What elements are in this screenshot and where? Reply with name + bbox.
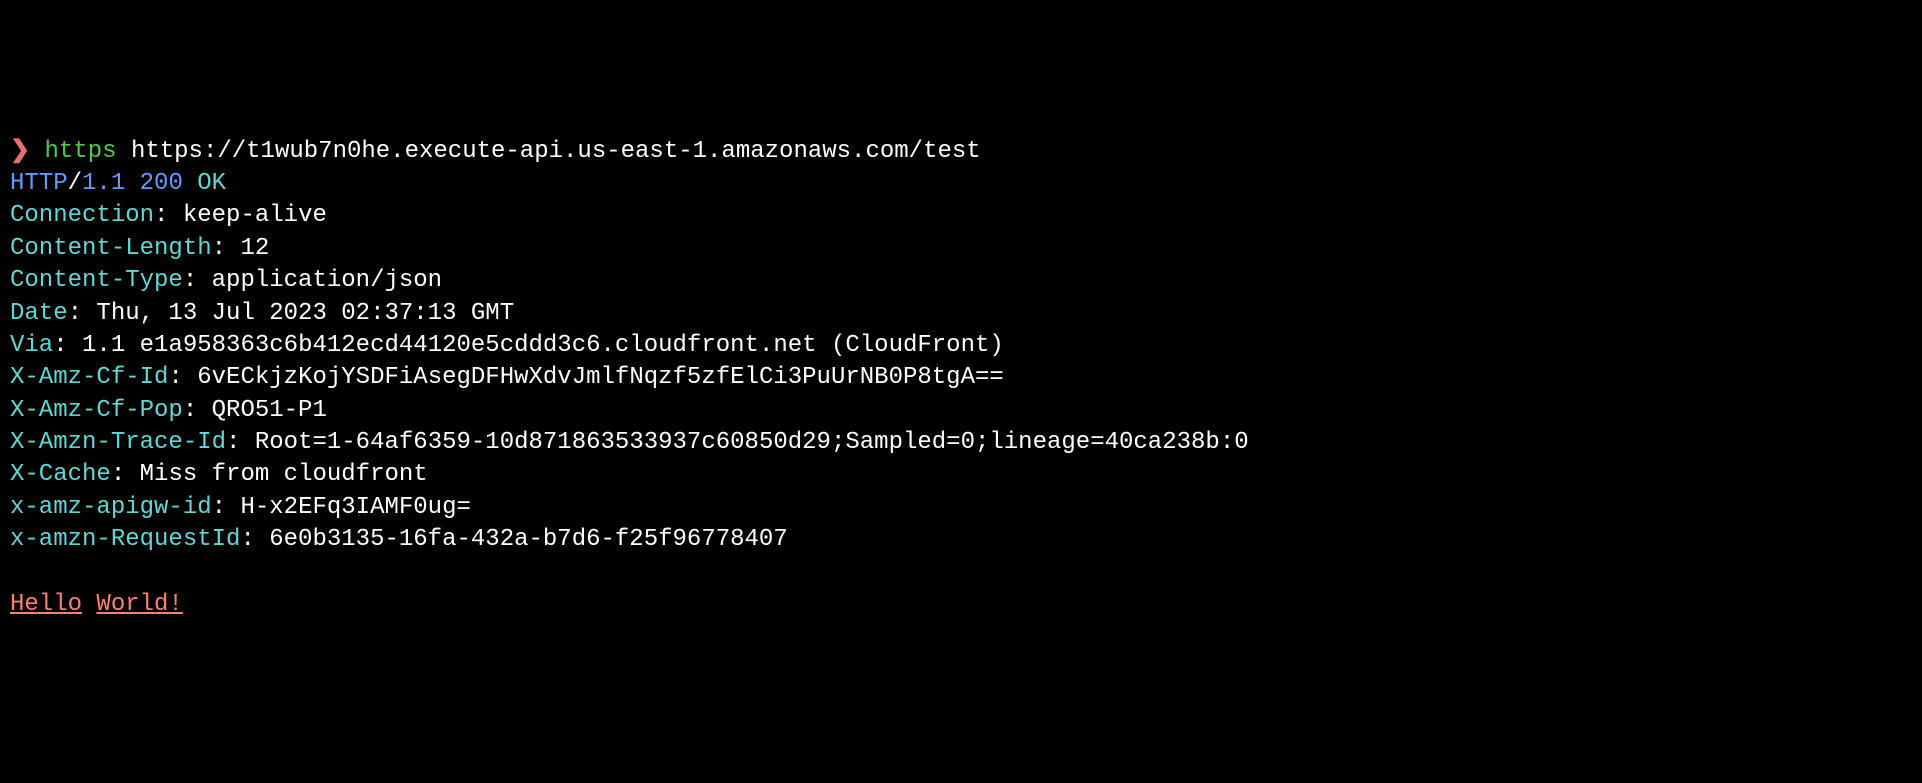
header-line: X-Amz-Cf-Id: 6vECkjzKojYSDFiAsegDFHwXdvJ… bbox=[10, 362, 1912, 394]
header-value: 12 bbox=[240, 235, 269, 262]
header-colon: : bbox=[168, 364, 182, 391]
header-key: x-amz-apigw-id bbox=[10, 494, 212, 521]
header-key: X-Amz-Cf-Pop bbox=[10, 397, 183, 424]
header-colon: : bbox=[183, 397, 197, 424]
protocol-version: 1.1 bbox=[82, 170, 125, 197]
header-value: Miss from cloudfront bbox=[140, 461, 428, 488]
header-colon: : bbox=[183, 267, 197, 294]
header-line: Date: Thu, 13 Jul 2023 02:37:13 GMT bbox=[10, 298, 1912, 330]
header-colon: : bbox=[212, 494, 226, 521]
header-key: Date bbox=[10, 300, 68, 327]
header-value: H-x2EFq3IAMF0ug= bbox=[240, 494, 470, 521]
header-line: Connection: keep-alive bbox=[10, 200, 1912, 232]
header-key: Content-Type bbox=[10, 267, 183, 294]
header-line: X-Amz-Cf-Pop: QRO51-P1 bbox=[10, 395, 1912, 427]
response-body: Hello World! bbox=[10, 589, 1912, 621]
terminal-output[interactable]: ❯ https https://t1wub7n0he.execute-api.u… bbox=[10, 136, 1912, 622]
header-line: Content-Length: 12 bbox=[10, 233, 1912, 265]
command-line[interactable]: ❯ https https://t1wub7n0he.execute-api.u… bbox=[10, 136, 1912, 168]
header-key: X-Amz-Cf-Id bbox=[10, 364, 168, 391]
header-line: x-amz-apigw-id: H-x2EFq3IAMF0ug= bbox=[10, 492, 1912, 524]
header-value: 1.1 e1a958363c6b412ecd44120e5cddd3c6.clo… bbox=[82, 332, 1004, 359]
header-line: Via: 1.1 e1a958363c6b412ecd44120e5cddd3c… bbox=[10, 330, 1912, 362]
header-line: x-amzn-RequestId: 6e0b3135-16fa-432a-b7d… bbox=[10, 524, 1912, 556]
header-value: keep-alive bbox=[183, 202, 327, 229]
header-key: Content-Length bbox=[10, 235, 212, 262]
command-arg: https://t1wub7n0he.execute-api.us-east-1… bbox=[131, 138, 981, 165]
prompt-caret: ❯ bbox=[10, 138, 30, 165]
header-value: Root=1-64af6359-10d871863533937c60850d29… bbox=[255, 429, 1249, 456]
header-colon: : bbox=[53, 332, 67, 359]
header-line: X-Amzn-Trace-Id: Root=1-64af6359-10d8718… bbox=[10, 427, 1912, 459]
body-word-2: World! bbox=[96, 591, 182, 618]
header-key: Via bbox=[10, 332, 53, 359]
header-line: X-Cache: Miss from cloudfront bbox=[10, 459, 1912, 491]
protocol-slash: / bbox=[68, 170, 82, 197]
header-key: X-Amzn-Trace-Id bbox=[10, 429, 226, 456]
header-line: Content-Type: application/json bbox=[10, 265, 1912, 297]
header-colon: : bbox=[212, 235, 226, 262]
header-colon: : bbox=[68, 300, 82, 327]
header-key: Connection bbox=[10, 202, 154, 229]
header-colon: : bbox=[111, 461, 125, 488]
header-key: X-Cache bbox=[10, 461, 111, 488]
header-value: QRO51-P1 bbox=[212, 397, 327, 424]
header-key: x-amzn-RequestId bbox=[10, 526, 240, 553]
header-colon: : bbox=[226, 429, 240, 456]
status-text: OK bbox=[197, 170, 226, 197]
protocol: HTTP bbox=[10, 170, 68, 197]
command-name: https bbox=[45, 138, 117, 165]
body-word-1: Hello bbox=[10, 591, 82, 618]
header-value: 6e0b3135-16fa-432a-b7d6-f25f96778407 bbox=[269, 526, 787, 553]
header-value: application/json bbox=[212, 267, 442, 294]
header-value: 6vECkjzKojYSDFiAsegDFHwXdvJmlfNqzf5zfElC… bbox=[197, 364, 1004, 391]
blank-line bbox=[10, 557, 1912, 589]
header-colon: : bbox=[154, 202, 168, 229]
header-value: Thu, 13 Jul 2023 02:37:13 GMT bbox=[96, 300, 514, 327]
status-code: 200 bbox=[140, 170, 183, 197]
status-line: HTTP/1.1 200 OK bbox=[10, 168, 1912, 200]
header-colon: : bbox=[240, 526, 254, 553]
